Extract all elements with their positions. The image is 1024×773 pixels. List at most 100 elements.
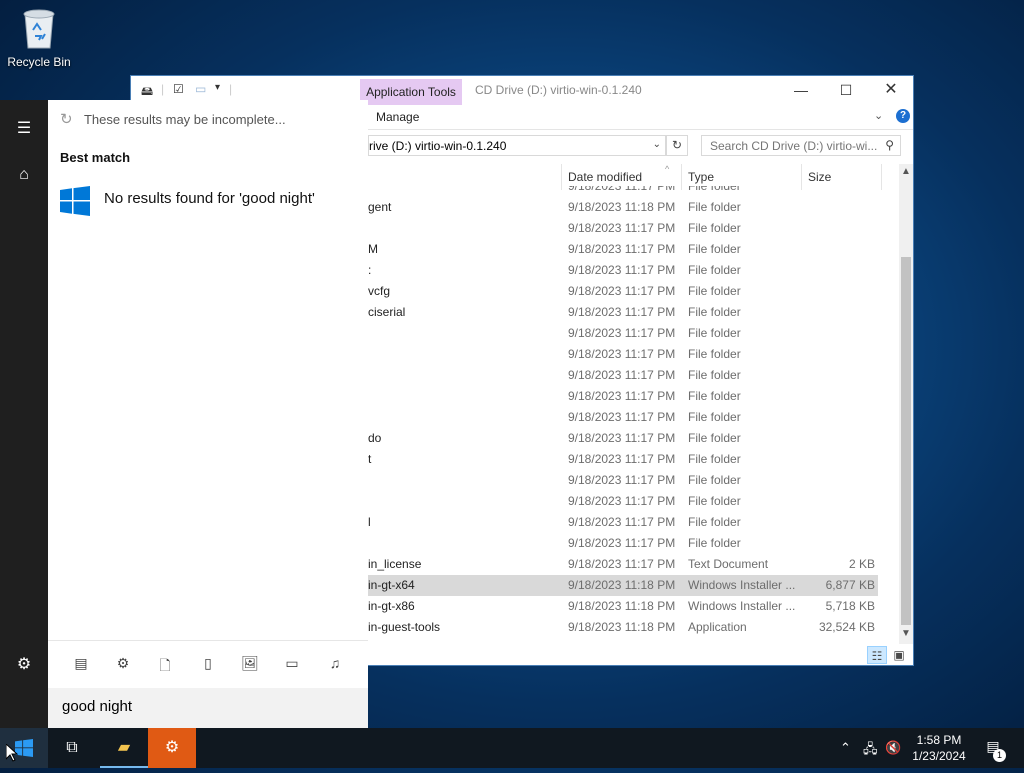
file-row[interactable]: in-gt-x86 9/18/2023 11:18 PM Windows Insta…	[368, 596, 878, 617]
file-type: File folder	[688, 452, 741, 466]
file-type: File folder	[688, 410, 741, 424]
new-folder-icon[interactable]: ▭	[195, 82, 206, 98]
start-search-box[interactable]	[48, 688, 368, 728]
tab-application-tools[interactable]: Application Tools	[360, 79, 462, 105]
file-row[interactable]: 9/18/2023 11:17 PM File folder	[368, 386, 878, 407]
vertical-scrollbar[interactable]: ▲ ▼	[899, 164, 913, 644]
apps-filter-icon[interactable]: ▤	[69, 655, 93, 672]
file-date: 9/18/2023 11:17 PM	[568, 347, 676, 361]
file-date: 9/18/2023 11:17 PM	[568, 186, 676, 193]
search-input[interactable]	[708, 138, 880, 154]
file-date: 9/18/2023 11:18 PM	[568, 620, 676, 634]
taskbar: ⧉ ▰ ⚙ ⌃ 🖧 🔇 1:58 PM 1/23/2024 ▤ 1	[0, 728, 1024, 768]
home-icon[interactable]: ⌂	[0, 166, 48, 184]
documents-filter-icon[interactable]: 🗋	[153, 655, 177, 679]
file-type: Text Document	[688, 557, 769, 571]
file-row[interactable]: do 9/18/2023 11:17 PM File folder	[368, 428, 878, 449]
network-icon[interactable]: 🖧	[863, 740, 878, 762]
file-date: 9/18/2023 11:17 PM	[568, 536, 676, 550]
file-row[interactable]: gent 9/18/2023 11:18 PM File folder	[368, 197, 878, 218]
file-date: 9/18/2023 11:17 PM	[568, 515, 676, 529]
file-name: ciserial	[368, 305, 406, 319]
file-date: 9/18/2023 11:17 PM	[568, 242, 676, 256]
file-row[interactable]: 9/18/2023 11:17 PM File folder	[368, 491, 878, 512]
file-row[interactable]: 9/18/2023 11:17 PM File folder	[368, 365, 878, 386]
scrollbar-thumb[interactable]	[901, 257, 911, 625]
taskbar-file-explorer[interactable]: ▰	[100, 728, 148, 768]
file-row[interactable]: : 9/18/2023 11:17 PM File folder	[368, 260, 878, 281]
file-row[interactable]: vcfg 9/18/2023 11:17 PM File folder	[368, 281, 878, 302]
file-type: File folder	[688, 200, 741, 214]
file-type: File folder	[688, 347, 741, 361]
file-date: 9/18/2023 11:17 PM	[568, 431, 676, 445]
checkbox-icon[interactable]: ☑	[173, 82, 184, 98]
file-row[interactable]: in-gt-x64 9/18/2023 11:18 PM Windows Insta…	[368, 575, 878, 596]
file-row[interactable]: 9/18/2023 11:17 PM File folder	[368, 186, 878, 197]
refresh-icon: ↻	[671, 138, 683, 152]
task-view-button[interactable]: ⧉	[48, 728, 96, 768]
maximize-button[interactable]: ☐	[823, 76, 869, 104]
search-box[interactable]: ⚲	[701, 135, 901, 156]
file-date: 9/18/2023 11:17 PM	[568, 326, 676, 340]
file-date: 9/18/2023 11:17 PM	[568, 494, 676, 508]
scroll-down-icon[interactable]: ▼	[899, 628, 913, 639]
settings-filter-icon[interactable]: ⚙	[111, 655, 135, 672]
music-filter-icon[interactable]: ♫	[323, 655, 347, 671]
details-view-icon[interactable]: ☷	[867, 646, 887, 664]
file-row[interactable]: 9/18/2023 11:17 PM File folder	[368, 218, 878, 239]
file-row[interactable]: t 9/18/2023 11:17 PM File folder	[368, 449, 878, 470]
file-row[interactable]: ciserial 9/18/2023 11:17 PM File folder	[368, 302, 878, 323]
action-center-button[interactable]: ▤ 1	[982, 738, 1006, 762]
file-row[interactable]: in_license 9/18/2023 11:17 PM Text Documen…	[368, 554, 878, 575]
large-icons-view-icon[interactable]: ▣	[889, 646, 909, 664]
file-row[interactable]: 9/18/2023 11:17 PM File folder	[368, 533, 878, 554]
file-row[interactable]: M 9/18/2023 11:17 PM File folder	[368, 239, 878, 260]
windows-logo-icon	[60, 186, 90, 216]
search-icon: ⚲	[885, 138, 894, 152]
minimize-button[interactable]: —	[778, 76, 824, 104]
settings-gear-icon[interactable]: ⚙	[0, 654, 48, 674]
clock[interactable]: 1:58 PM 1/23/2024	[906, 732, 972, 764]
file-row[interactable]: 9/18/2023 11:17 PM File folder	[368, 344, 878, 365]
task-view-icon: ⧉	[66, 739, 78, 756]
start-search-input[interactable]	[60, 697, 354, 716]
hamburger-menu-icon[interactable]: ☰	[0, 118, 48, 138]
scroll-up-icon[interactable]: ▲	[899, 166, 913, 177]
qat-separator-2: |	[229, 82, 233, 96]
chevron-down-icon[interactable]: ⌄	[653, 139, 661, 150]
file-row[interactable]: l 9/18/2023 11:17 PM File folder	[368, 512, 878, 533]
qat-dropdown-icon[interactable]: ▾	[215, 82, 220, 98]
file-date: 9/18/2023 11:18 PM	[568, 578, 676, 592]
file-type: Windows Installer ...	[688, 599, 796, 613]
file-row[interactable]: in-guest-tools 9/18/2023 11:18 PM Applicat…	[368, 617, 878, 638]
file-row[interactable]: 9/18/2023 11:17 PM File folder	[368, 323, 878, 344]
file-type: File folder	[688, 305, 741, 319]
folders-filter-icon[interactable]: ▯	[196, 655, 220, 672]
file-type: File folder	[688, 221, 741, 235]
file-date: 9/18/2023 11:18 PM	[568, 599, 676, 613]
file-name: in-gt-x86	[368, 599, 415, 613]
address-bar[interactable]: rive (D:) virtio-win-0.1.240 ⌄	[368, 135, 666, 156]
column-date-modified[interactable]: Date modified	[568, 170, 642, 184]
close-button[interactable]: ✕	[868, 76, 914, 104]
file-date: 9/18/2023 11:17 PM	[568, 284, 676, 298]
videos-filter-icon[interactable]: ▭	[280, 655, 304, 672]
taskbar-app[interactable]: ⚙	[148, 728, 196, 768]
column-size[interactable]: Size	[808, 170, 831, 184]
refresh-button[interactable]: ↻	[666, 135, 688, 156]
file-row[interactable]: 9/18/2023 11:17 PM File folder	[368, 470, 878, 491]
file-date: 9/18/2023 11:17 PM	[568, 368, 676, 382]
help-icon[interactable]: ?	[896, 109, 910, 123]
recycle-bin-desktop-icon[interactable]: Recycle Bin	[4, 6, 74, 69]
tray-chevron-up-icon[interactable]: ⌃	[840, 740, 851, 756]
file-date: 9/18/2023 11:18 PM	[568, 200, 676, 214]
properties-icon[interactable]: 🖴	[141, 82, 153, 98]
chevron-down-icon[interactable]: ⌄	[874, 109, 883, 122]
file-row[interactable]: 9/18/2023 11:17 PM File folder	[368, 407, 878, 428]
file-date: 9/18/2023 11:17 PM	[568, 389, 676, 403]
volume-muted-icon[interactable]: 🔇	[885, 740, 901, 756]
photos-filter-icon[interactable]: 🖼	[238, 655, 262, 672]
tab-manage[interactable]: Manage	[376, 110, 419, 124]
file-type: File folder	[688, 326, 741, 340]
column-type[interactable]: Type	[688, 170, 714, 184]
